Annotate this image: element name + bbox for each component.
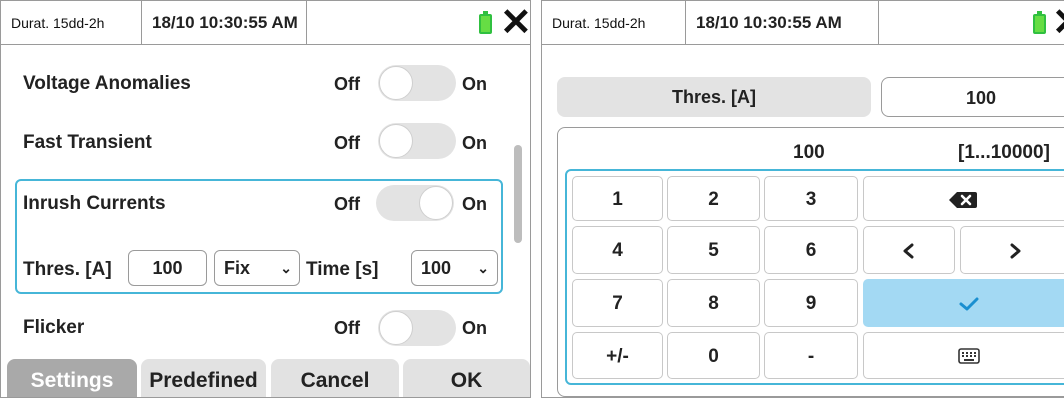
- key-minus[interactable]: -: [764, 332, 858, 379]
- key-1[interactable]: 1: [572, 176, 663, 221]
- arrow-right-icon: [1010, 243, 1021, 259]
- chevron-down-icon: ⌄: [280, 260, 292, 276]
- battery-icon: [479, 11, 492, 34]
- cursor-right-key[interactable]: [960, 226, 1064, 274]
- cursor-left-key[interactable]: [863, 226, 955, 274]
- duration-label: Durat. 15dd-2h: [542, 1, 686, 45]
- fast-transient-toggle[interactable]: [378, 123, 456, 159]
- numeric-keypad: 1 2 3 4 5 6 7 8 9 +/- 0 -: [565, 169, 1064, 385]
- key-9[interactable]: 9: [764, 279, 858, 327]
- mode-select-value: Fix: [224, 258, 251, 278]
- time-select[interactable]: 100 ⌄: [411, 250, 498, 286]
- row-label-flicker: Flicker: [23, 317, 85, 338]
- datetime-label: 18/10 10:30:55 AM: [686, 1, 879, 45]
- backspace-key[interactable]: [863, 176, 1064, 221]
- check-icon: [959, 297, 979, 311]
- voltage-anomalies-toggle[interactable]: [378, 65, 456, 101]
- datetime-label: 18/10 10:30:55 AM: [142, 1, 307, 45]
- toggle-on-label: On: [462, 318, 487, 338]
- row-label-fast-transient: Fast Transient: [23, 132, 152, 153]
- backspace-icon: [949, 192, 977, 208]
- close-icon[interactable]: ✕: [500, 3, 530, 43]
- time-select-value: 100: [421, 258, 452, 278]
- key-4[interactable]: 4: [572, 226, 663, 274]
- toggle-off-label: Off: [334, 133, 360, 153]
- key-3[interactable]: 3: [764, 176, 858, 221]
- row-label-voltage-anomalies: Voltage Anomalies: [23, 73, 191, 94]
- key-8[interactable]: 8: [667, 279, 760, 327]
- keyboard-key[interactable]: [863, 332, 1064, 379]
- arrow-left-icon: [903, 243, 914, 259]
- mode-select[interactable]: Fix ⌄: [214, 250, 300, 286]
- status-bar: Durat. 15dd-2h 18/10 10:30:55 AM ✕: [1, 1, 530, 45]
- toggle-on-label: On: [462, 133, 487, 153]
- toggle-on-label: On: [462, 194, 487, 214]
- duration-label: Durat. 15dd-2h: [1, 1, 142, 45]
- tab-ok[interactable]: OK: [403, 359, 530, 397]
- threshold-label: Thres. [A]: [23, 259, 112, 280]
- key-0[interactable]: 0: [667, 332, 760, 379]
- battery-icon: [1033, 11, 1046, 34]
- time-label: Time [s]: [306, 259, 379, 280]
- key-5[interactable]: 5: [667, 226, 760, 274]
- toggle-knob: [379, 66, 413, 100]
- confirm-key[interactable]: [863, 279, 1064, 327]
- toggle-knob: [379, 124, 413, 158]
- keyboard-icon: [958, 348, 980, 364]
- parameter-label: Thres. [A]: [557, 77, 871, 117]
- key-7[interactable]: 7: [572, 279, 663, 327]
- settings-screen: Durat. 15dd-2h 18/10 10:30:55 AM ✕ Volta…: [0, 0, 531, 398]
- toggle-knob: [379, 311, 413, 345]
- range-label: [1...10000]: [958, 142, 1050, 163]
- key-6[interactable]: 6: [764, 226, 858, 274]
- numeric-entry-screen: Durat. 15dd-2h 18/10 10:30:55 AM ✕ Thres…: [541, 0, 1064, 398]
- tab-predefined[interactable]: Predefined: [141, 359, 266, 397]
- key-2[interactable]: 2: [667, 176, 760, 221]
- toggle-off-label: Off: [334, 318, 360, 338]
- parameter-value[interactable]: 100: [881, 77, 1064, 117]
- scrollbar[interactable]: [514, 145, 522, 243]
- flicker-toggle[interactable]: [378, 310, 456, 346]
- close-icon[interactable]: ✕: [1052, 3, 1064, 43]
- toggle-on-label: On: [462, 74, 487, 94]
- threshold-input[interactable]: 100: [128, 250, 207, 286]
- tab-settings[interactable]: Settings: [7, 359, 137, 397]
- tab-cancel[interactable]: Cancel: [271, 359, 399, 397]
- row-label-inrush-currents: Inrush Currents: [23, 193, 166, 214]
- toggle-knob: [419, 186, 453, 220]
- key-plus-minus[interactable]: +/-: [572, 332, 663, 379]
- entry-value: 100: [793, 142, 825, 163]
- chevron-down-icon: ⌄: [477, 260, 489, 276]
- inrush-currents-toggle[interactable]: [376, 185, 454, 221]
- toggle-off-label: Off: [334, 74, 360, 94]
- toggle-off-label: Off: [334, 194, 360, 214]
- status-bar: Durat. 15dd-2h 18/10 10:30:55 AM ✕: [542, 1, 1064, 45]
